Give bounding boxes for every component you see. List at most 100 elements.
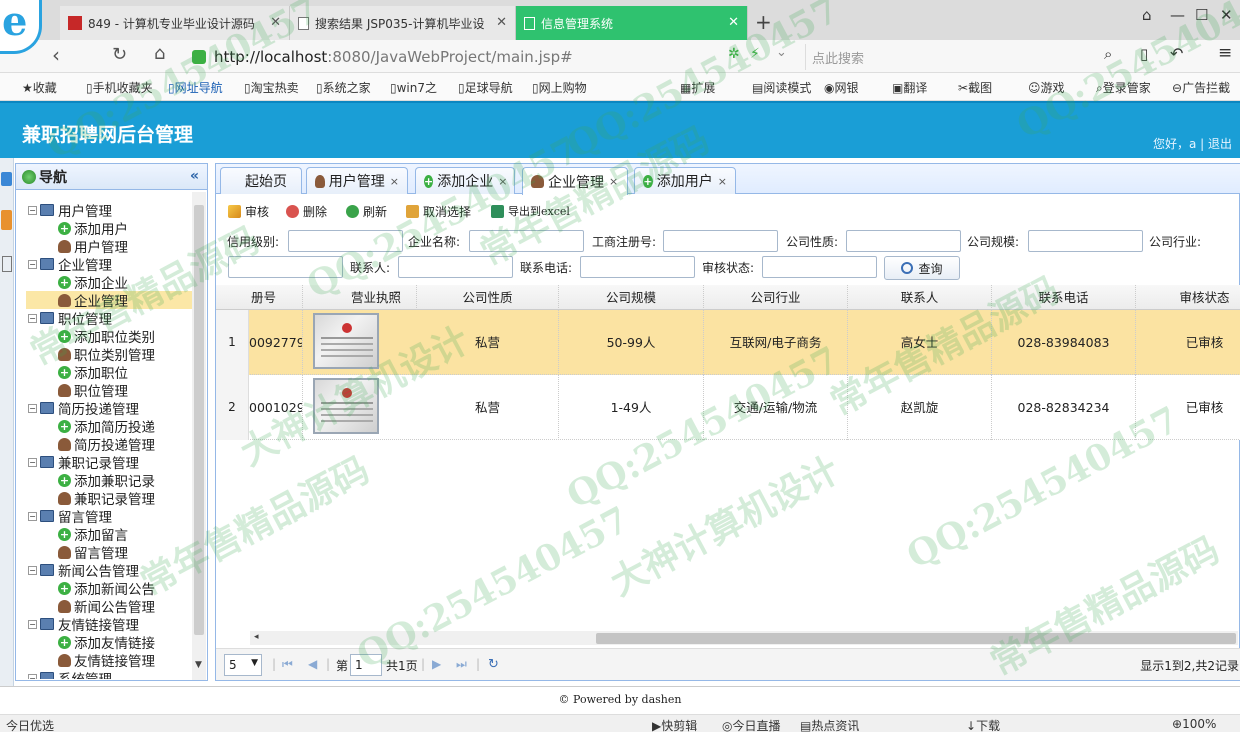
nav-item-7-0[interactable]: + 添加友情链接	[58, 633, 155, 652]
nav-item-4-0[interactable]: + 添加兼职记录	[58, 471, 155, 490]
nav-group-2[interactable]: − 职位管理	[28, 309, 112, 328]
close-icon[interactable]: ×	[718, 175, 727, 188]
phone-icon[interactable]: ▯	[1140, 45, 1148, 63]
company-name-input[interactable]	[469, 230, 584, 252]
close-icon[interactable]: ×	[498, 175, 507, 188]
nav-item-2-2[interactable]: + 添加职位	[58, 363, 128, 382]
bookmark-item[interactable]: ✂截图	[958, 79, 992, 96]
nav-item-1-0[interactable]: + 添加企业	[58, 273, 128, 292]
status-item[interactable]: ↓下载	[966, 717, 1000, 732]
column-header[interactable]: 公司行业	[704, 285, 848, 310]
search-button[interactable]: 查询	[884, 256, 960, 280]
column-header[interactable]: 公司规模	[559, 285, 704, 310]
browser-tab-1[interactable]: 849 - 计算机专业毕业设计源码 ✕	[60, 6, 290, 40]
content-tab-0[interactable]: 起始页	[220, 167, 302, 194]
skin-icon[interactable]: ⌂	[1142, 6, 1152, 24]
browser-search-input[interactable]: 点此搜索	[805, 44, 1125, 70]
nav-group-5[interactable]: − 留言管理	[28, 507, 112, 526]
phone-input[interactable]	[580, 256, 695, 278]
audit-status-input[interactable]	[762, 256, 877, 278]
content-tab-2[interactable]: + 添加企业 ×	[415, 167, 515, 194]
nav-group-8[interactable]: −系统管理	[28, 669, 112, 679]
home-icon[interactable]: ⌂	[154, 43, 165, 64]
side-icon[interactable]	[1, 210, 12, 230]
status-left[interactable]: 今日优选	[6, 717, 54, 732]
refresh-icon[interactable]: ↻	[488, 657, 499, 672]
nav-item-2-3[interactable]: 职位管理	[58, 381, 128, 400]
nav-item-0-0[interactable]: + 添加用户	[58, 219, 128, 238]
nav-group-4[interactable]: − 兼职记录管理	[28, 453, 139, 472]
search-icon[interactable]: ⌕	[1104, 45, 1112, 63]
grid-h-scrollbar-thumb[interactable]	[596, 633, 1236, 644]
browser-tab-active[interactable]: 信息管理系统 ✕	[516, 6, 748, 40]
close-icon[interactable]: ×	[390, 175, 399, 188]
collapse-button[interactable]: «	[190, 168, 199, 184]
collapse-toggle-icon[interactable]: −	[28, 205, 37, 215]
bookmark-item[interactable]: ☺游戏	[1028, 79, 1065, 96]
nav-group-0[interactable]: − 用户管理	[28, 201, 112, 220]
prev-page-icon[interactable]: ◀	[308, 657, 317, 671]
nav-item-3-0[interactable]: + 添加简历投递	[58, 417, 155, 436]
status-item[interactable]: ▤热点资讯	[800, 717, 859, 732]
content-tab-3[interactable]: 企业管理 ×	[522, 167, 628, 195]
collapse-toggle-icon[interactable]: −	[28, 565, 37, 575]
bookmark-item[interactable]: ▯足球导航	[458, 79, 513, 96]
nav-item-4-1[interactable]: 兼职记录管理	[58, 489, 155, 508]
nav-item-1-1[interactable]: 企业管理	[26, 291, 194, 310]
bookmark-item[interactable]: ⊖广告拦截	[1172, 79, 1230, 96]
browser-tab-2[interactable]: 搜索结果 JSP035-计算机毕业设 ✕	[290, 6, 516, 40]
collapse-toggle-icon[interactable]: −	[28, 313, 37, 323]
collapse-toggle-icon[interactable]: −	[28, 457, 37, 467]
lightning-icon[interactable]: ⚡	[750, 46, 760, 62]
bookmark-item[interactable]: ▯手机收藏夹	[86, 79, 153, 96]
bookmark-item[interactable]: ▦扩展	[680, 79, 715, 96]
column-header[interactable]: 联系人	[848, 285, 992, 310]
content-tab-1[interactable]: 用户管理 ×	[306, 167, 408, 194]
undo-icon[interactable]: ↶	[1170, 44, 1183, 63]
delete-button[interactable]: 删除	[286, 203, 327, 220]
industry-input[interactable]	[228, 256, 343, 278]
page-number-input[interactable]: 1	[350, 654, 382, 676]
nav-item-3-1[interactable]: 简历投递管理	[58, 435, 155, 454]
column-header[interactable]: 册号	[249, 285, 303, 310]
credit-level-input[interactable]	[288, 230, 403, 252]
bookmark-item[interactable]: ▤阅读模式	[752, 79, 811, 96]
reload-icon[interactable]: ↻	[112, 44, 127, 65]
nav-item-0-1[interactable]: 用户管理	[58, 237, 128, 256]
scroll-down-icon[interactable]: ▼	[195, 660, 202, 670]
audit-button[interactable]: 审核	[228, 203, 269, 220]
new-tab-button[interactable]: +	[755, 10, 772, 34]
close-icon[interactable]: ×	[609, 175, 618, 188]
table-row[interactable]: 10092779R 私营50-99人互联网/电子商务高女士028-83984083…	[216, 310, 1240, 375]
close-icon[interactable]: ✕	[270, 15, 281, 30]
nav-scrollbar-thumb[interactable]	[194, 205, 204, 635]
column-header[interactable]: 营业执照	[336, 285, 417, 310]
bookmark-item[interactable]: ★收藏	[22, 79, 57, 96]
side-icon[interactable]	[2, 256, 12, 272]
nav-item-5-0[interactable]: + 添加留言	[58, 525, 128, 544]
refresh-button[interactable]: 刷新	[346, 203, 387, 220]
nav-group-7[interactable]: − 友情链接管理	[28, 615, 139, 634]
bookmark-item[interactable]: ▣翻译	[892, 79, 927, 96]
export-excel-button[interactable]: 导出到excel	[491, 203, 570, 219]
first-page-icon[interactable]: ⏮	[282, 657, 293, 672]
bookmark-item[interactable]: ◉网银	[824, 79, 859, 96]
reg-no-input[interactable]	[663, 230, 778, 252]
page-size-select[interactable]: 5 ▼	[224, 654, 262, 676]
speed-icon[interactable]: ✲	[728, 46, 740, 62]
bookmark-item[interactable]: ▯win7之	[390, 79, 437, 96]
nav-group-6[interactable]: − 新闻公告管理	[28, 561, 139, 580]
table-row[interactable]: 200010298 私营1-49人交通/运输/物流赵凯旋028-82834234已…	[216, 375, 1240, 440]
nav-group-1[interactable]: − 企业管理	[28, 255, 112, 274]
business-license-image[interactable]	[313, 378, 379, 434]
close-icon[interactable]: ✕	[496, 15, 507, 30]
window-close-button[interactable]: ✕	[1220, 6, 1233, 24]
nav-item-6-0[interactable]: + 添加新闻公告	[58, 579, 155, 598]
minimize-button[interactable]: —	[1170, 6, 1185, 24]
scale-input[interactable]	[1028, 230, 1143, 252]
close-icon[interactable]: ✕	[728, 15, 739, 30]
nav-item-5-1[interactable]: 留言管理	[58, 543, 128, 562]
nav-item-6-1[interactable]: 新闻公告管理	[58, 597, 155, 616]
column-header[interactable]: 联系电话	[992, 285, 1136, 310]
chevron-down-icon[interactable]: ⌄	[776, 45, 787, 60]
